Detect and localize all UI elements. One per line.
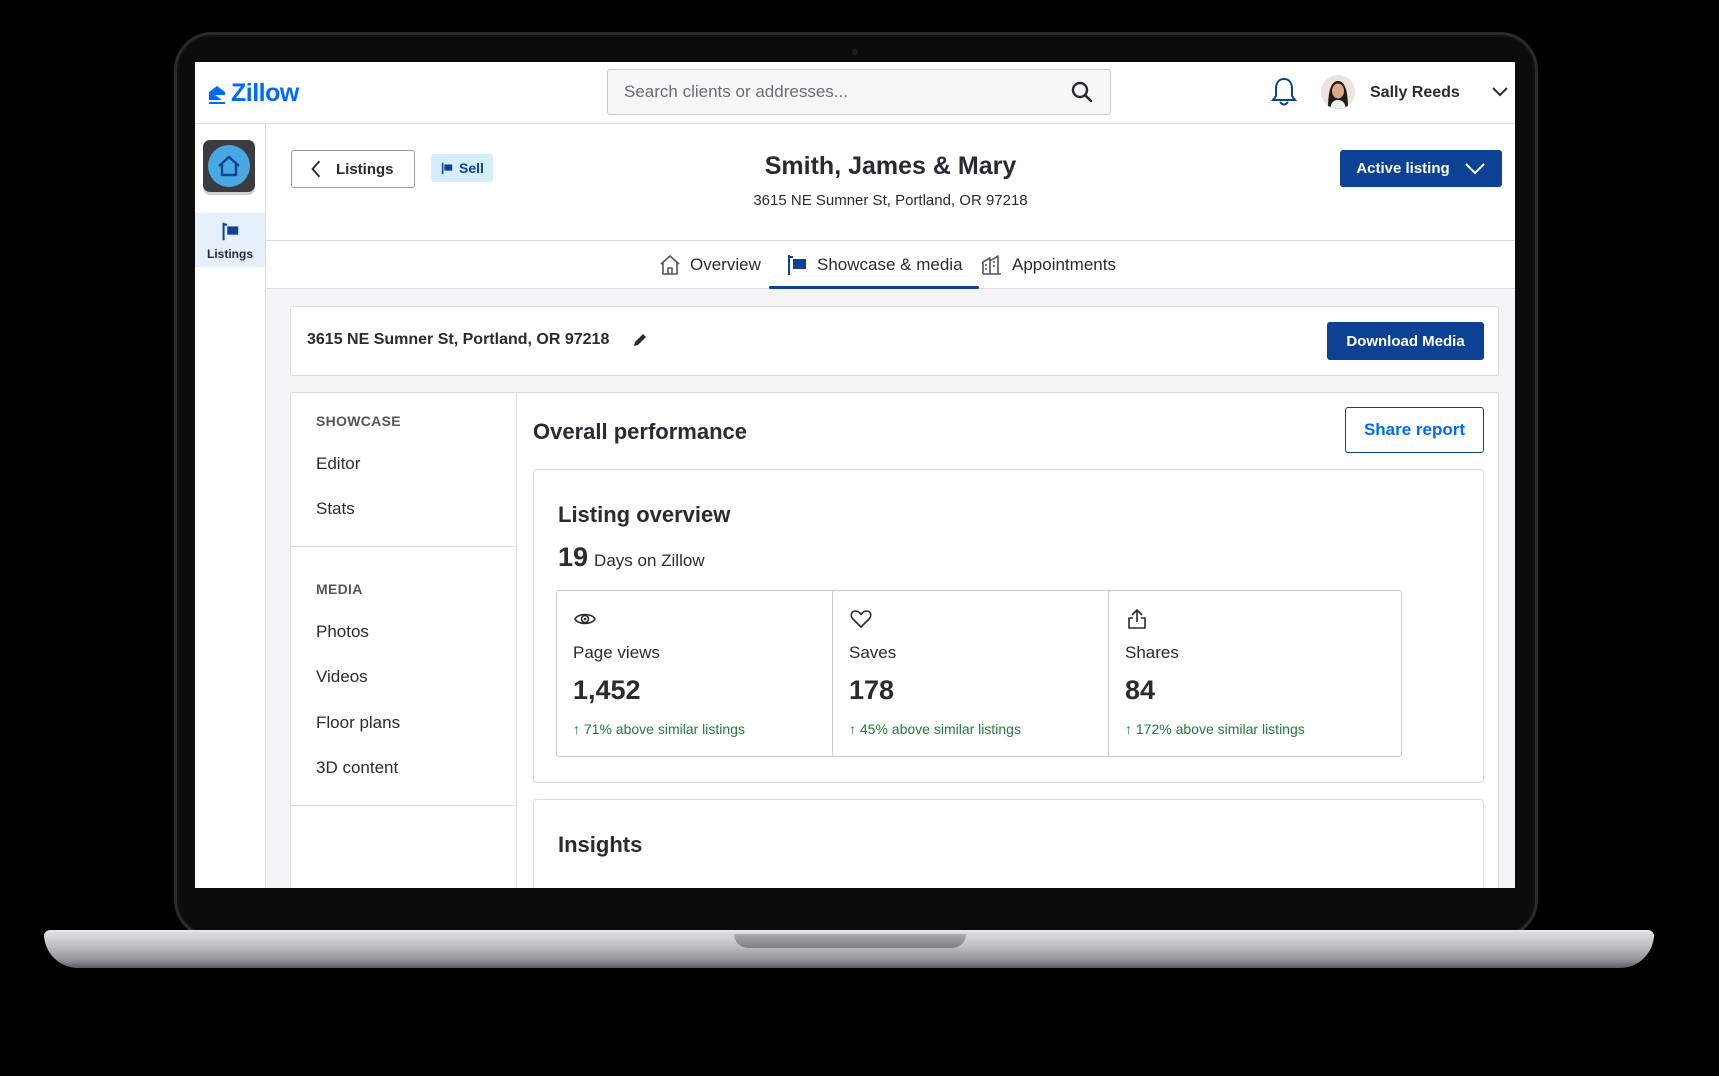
logo-text: Zillow	[231, 79, 299, 107]
arrow-up-icon: ↑	[573, 721, 580, 737]
search-input[interactable]	[624, 82, 1070, 102]
stat-comparison: ↑ 71% above similar listings	[573, 721, 745, 737]
stat-label: Page views	[573, 643, 660, 662]
menu-item-stats[interactable]: Stats	[316, 499, 355, 519]
zillow-z-icon	[209, 85, 225, 104]
search-icon[interactable]	[1070, 80, 1094, 104]
arrow-up-icon: ↑	[1125, 721, 1132, 737]
listing-address: 3615 NE Sumner St, Portland, OR 97218	[307, 331, 610, 348]
showcase-card: SHOWCASE Editor Stats MEDIA Photos Video…	[290, 392, 1499, 888]
days-value: 19	[558, 542, 589, 572]
comparison-text: 45% above similar listings	[859, 721, 1021, 737]
stat-label: Shares	[1125, 643, 1179, 662]
showcase-side-menu: SHOWCASE Editor Stats MEDIA Photos Video…	[291, 393, 517, 888]
app-switcher-tile[interactable]	[203, 140, 255, 192]
stat-card-shares: Shares 84 ↑ 172% above similar listings	[1108, 590, 1402, 757]
user-name[interactable]: Sally Reeds	[1370, 84, 1460, 102]
menu-divider	[291, 805, 517, 806]
zillow-logo[interactable]: Zillow	[207, 79, 299, 108]
address-bar-card: 3615 NE Sumner St, Portland, OR 97218 Do…	[290, 306, 1499, 376]
arrow-up-icon: ↑	[849, 721, 856, 737]
camera-dot	[852, 49, 858, 55]
building-icon	[982, 255, 1001, 275]
laptop-notch	[734, 934, 966, 948]
days-label: Days on Zillow	[594, 551, 705, 570]
menu-item-3d-content[interactable]: 3D content	[316, 758, 398, 778]
edit-pencil-icon[interactable]	[632, 332, 648, 348]
media-heading: MEDIA	[316, 581, 363, 597]
tab-label: Overview	[690, 255, 761, 274]
menu-item-photos[interactable]: Photos	[316, 622, 369, 642]
page-title: Smith, James & Mary	[764, 152, 1017, 180]
stat-comparison: ↑ 45% above similar listings	[849, 721, 1021, 737]
stat-card-saves: Saves 178 ↑ 45% above similar listings	[832, 590, 1126, 757]
listing-header: Listings Sell Smith, James & Mary 3615 N…	[266, 124, 1515, 241]
main-content: 3615 NE Sumner St, Portland, OR 97218 Do…	[266, 289, 1515, 888]
avatar[interactable]	[1321, 75, 1355, 109]
stat-comparison: ↑ 172% above similar listings	[1125, 721, 1305, 737]
stat-value: 84	[1125, 675, 1156, 705]
app-screen: Zillow Sally Reeds Listings	[195, 62, 1515, 888]
laptop-mockup: Zillow Sally Reeds Listings	[0, 0, 1719, 1076]
stat-label: Saves	[849, 643, 897, 662]
top-bar: Zillow Sally Reeds	[195, 62, 1515, 124]
comparison-text: 71% above similar listings	[583, 721, 745, 737]
left-rail: Listings	[195, 124, 266, 888]
share-icon	[1128, 609, 1146, 629]
insights-title: Insights	[558, 832, 643, 857]
tab-overview[interactable]: Overview	[658, 241, 761, 289]
flag-sign-icon	[222, 222, 239, 240]
menu-item-videos[interactable]: Videos	[316, 667, 368, 687]
comparison-text: 172% above similar listings	[1135, 721, 1305, 737]
stat-value: 178	[849, 675, 895, 705]
tab-bar: Overview Showcase & media Appointments	[266, 241, 1515, 289]
flag-sign-icon	[788, 255, 806, 275]
status-label: Active listing	[1356, 160, 1450, 177]
section-title: Overall performance	[533, 419, 747, 444]
heart-icon	[850, 610, 872, 628]
days-on-zillow: 19 Days on Zillow	[558, 542, 705, 573]
listing-overview-card: Listing overview 19 Days on Zillow Page …	[533, 469, 1484, 783]
download-media-button[interactable]: Download Media	[1327, 322, 1484, 360]
chevron-down-icon	[1464, 162, 1485, 174]
insights-card: Insights	[533, 799, 1484, 888]
tab-appointments[interactable]: Appointments	[980, 241, 1116, 289]
rail-item-listings[interactable]: Listings	[195, 213, 265, 267]
stat-card-page-views: Page views 1,452 ↑ 71% above similar lis…	[556, 590, 850, 757]
tab-label: Showcase & media	[817, 255, 963, 274]
showcase-heading: SHOWCASE	[316, 413, 401, 429]
rail-item-label: Listings	[206, 246, 253, 261]
menu-item-editor[interactable]: Editor	[316, 454, 360, 474]
bell-icon[interactable]	[1269, 76, 1299, 108]
listing-status-dropdown[interactable]: Active listing	[1340, 150, 1502, 187]
menu-divider	[291, 546, 517, 547]
search-box[interactable]	[607, 69, 1111, 115]
house-icon	[660, 255, 680, 275]
stat-value: 1,452	[573, 675, 641, 705]
client-address: 3615 NE Sumner St, Portland, OR 97218	[753, 192, 1028, 209]
home-app-icon	[208, 145, 250, 187]
chevron-down-icon[interactable]	[1491, 84, 1509, 100]
tab-label: Appointments	[1012, 255, 1116, 274]
share-report-button[interactable]: Share report	[1345, 407, 1484, 453]
tab-showcase-media[interactable]: Showcase & media	[769, 241, 979, 289]
menu-item-floor-plans[interactable]: Floor plans	[316, 713, 400, 733]
eye-icon	[574, 613, 596, 625]
overview-title: Listing overview	[558, 502, 731, 527]
